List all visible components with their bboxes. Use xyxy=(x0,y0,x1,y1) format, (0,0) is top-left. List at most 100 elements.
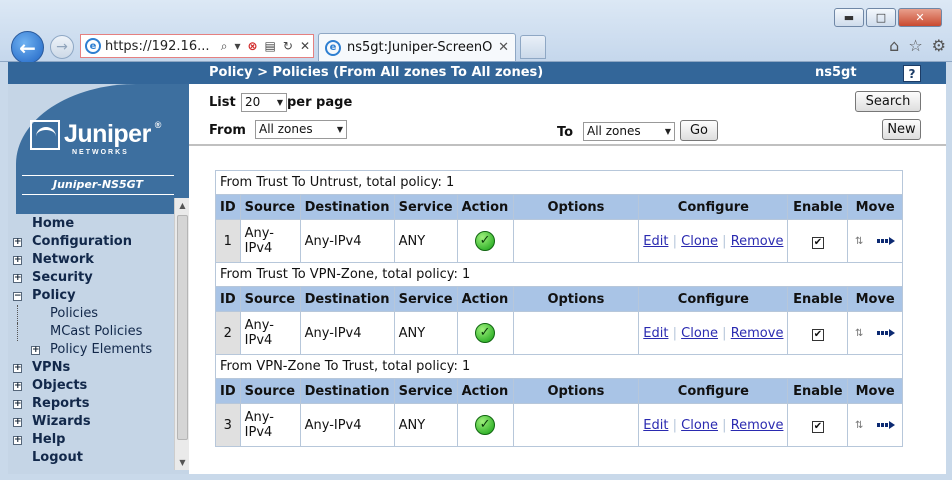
policy-destination: Any-IPv4 xyxy=(299,311,395,355)
policy-move: ⇅ xyxy=(847,311,903,355)
go-button[interactable]: Go xyxy=(680,120,718,141)
expand-icon[interactable]: + xyxy=(31,346,40,355)
col-header-configure: Configure xyxy=(638,194,789,220)
to-label: To xyxy=(557,125,574,140)
edit-link[interactable]: Edit xyxy=(643,418,668,433)
remove-link[interactable]: Remove xyxy=(731,326,784,341)
sidebar-item-reports[interactable]: + Reports xyxy=(8,395,175,413)
menu-label: Logout xyxy=(32,450,83,465)
expand-icon[interactable]: + xyxy=(13,400,22,409)
col-header-destination: Destination xyxy=(299,286,395,312)
scroll-thumb[interactable] xyxy=(177,215,188,440)
main-content: List 20 per page From All zones To All z… xyxy=(189,84,946,474)
address-bar[interactable]: e https://192.16... ⌕ ▾ ⊗ ▤ ↻ ✕ xyxy=(80,34,314,58)
clone-link[interactable]: Clone xyxy=(681,326,718,341)
move-arrow-icon[interactable] xyxy=(877,237,896,245)
sidebar-item-wizards[interactable]: + Wizards xyxy=(8,413,175,431)
juniper-logo: Juniper ® NETWORKS xyxy=(30,120,161,156)
policy-row: 2 Any-IPv4 Any-IPv4 ANY ✓ Edit | Clone |… xyxy=(215,311,903,355)
maximize-button[interactable]: □ xyxy=(866,8,896,27)
clone-link[interactable]: Clone xyxy=(681,418,718,433)
sidebar-item-objects[interactable]: + Objects xyxy=(8,377,175,395)
juniper-logo-icon xyxy=(30,120,60,150)
sidebar-item-policy[interactable]: − Policy xyxy=(8,287,175,305)
search-icon[interactable]: ⌕ xyxy=(221,39,228,54)
new-policy-button[interactable]: New xyxy=(882,119,921,140)
close-window-button[interactable]: ✕ xyxy=(898,8,942,27)
col-header-service: Service xyxy=(393,194,458,220)
sidebar-item-mcast-policies[interactable]: MCast Policies xyxy=(8,323,175,341)
forward-arrow-icon[interactable]: → xyxy=(50,35,74,59)
sidebar-item-vpns[interactable]: + VPNs xyxy=(8,359,175,377)
policy-configure: Edit | Clone | Remove xyxy=(638,219,789,263)
policy-group-title: From VPN-Zone To Trust, total policy: 1 xyxy=(215,354,903,379)
move-arrow-icon[interactable] xyxy=(877,329,896,337)
policy-source: Any-IPv4 xyxy=(239,219,301,263)
enable-checkbox[interactable]: ✔ xyxy=(811,236,824,249)
col-header-move: Move xyxy=(847,378,903,404)
remove-link[interactable]: Remove xyxy=(731,418,784,433)
scroll-up-icon[interactable]: ▲ xyxy=(175,198,189,213)
certificate-error-icon[interactable]: ⊗ xyxy=(247,39,257,53)
close-tab-icon[interactable]: ✕ xyxy=(498,40,509,55)
col-header-service: Service xyxy=(393,286,458,312)
sidebar-item-policies[interactable]: Policies xyxy=(8,305,175,323)
enable-checkbox[interactable]: ✔ xyxy=(811,420,824,433)
home-icon[interactable]: ⌂ xyxy=(889,36,899,55)
col-header-source: Source xyxy=(239,194,301,220)
new-tab-button[interactable] xyxy=(520,35,546,59)
stop-icon[interactable]: ✕ xyxy=(300,39,310,53)
sidebar-item-policy-elements[interactable]: + Policy Elements xyxy=(8,341,175,359)
col-header-source: Source xyxy=(239,378,301,404)
sidebar-item-security[interactable]: + Security xyxy=(8,269,175,287)
expand-icon[interactable]: + xyxy=(13,256,22,265)
edit-link[interactable]: Edit xyxy=(643,234,668,249)
expand-icon[interactable]: + xyxy=(13,238,22,247)
scroll-down-icon[interactable]: ▼ xyxy=(175,455,189,470)
swap-icon[interactable]: ⇅ xyxy=(855,328,863,339)
help-icon[interactable]: ? xyxy=(903,65,921,82)
browser-tab[interactable]: e ns5gt:Juniper-ScreenOS... ✕ xyxy=(318,33,516,61)
back-arrow-icon[interactable]: ← xyxy=(11,31,44,64)
swap-icon[interactable]: ⇅ xyxy=(855,420,863,431)
swap-icon[interactable]: ⇅ xyxy=(855,236,863,247)
settings-gear-icon[interactable]: ⚙ xyxy=(932,36,946,55)
expand-icon[interactable]: + xyxy=(13,274,22,283)
col-header-options: Options xyxy=(512,286,640,312)
sidebar-item-home[interactable]: Home xyxy=(8,215,175,233)
edit-link[interactable]: Edit xyxy=(643,326,668,341)
collapse-icon[interactable]: − xyxy=(13,292,22,301)
policy-options xyxy=(512,219,640,263)
clone-link[interactable]: Clone xyxy=(681,234,718,249)
address-url[interactable]: https://192.16... xyxy=(105,39,217,54)
dropdown-icon[interactable]: ▾ xyxy=(234,39,240,53)
favorites-star-icon[interactable]: ☆ xyxy=(908,36,922,55)
move-arrow-icon[interactable] xyxy=(877,421,896,429)
compatibility-icon[interactable]: ▤ xyxy=(265,39,276,53)
policy-action: ✓ xyxy=(456,403,514,447)
refresh-icon[interactable]: ↻ xyxy=(283,39,293,53)
sidebar-item-logout[interactable]: Logout xyxy=(8,449,175,467)
breadcrumb: Policy > Policies (From All zones To All… xyxy=(209,65,544,80)
search-button[interactable]: Search xyxy=(855,91,921,112)
expand-icon[interactable]: + xyxy=(13,436,22,445)
policy-service: ANY xyxy=(393,311,458,355)
enable-checkbox[interactable]: ✔ xyxy=(811,328,824,341)
move-controls: ⇅ xyxy=(852,236,898,247)
list-count-select[interactable]: 20 xyxy=(241,93,287,112)
page-header: Policy > Policies (From All zones To All… xyxy=(8,62,946,84)
minimize-button[interactable]: ▬ xyxy=(834,8,864,27)
expand-icon[interactable]: + xyxy=(13,364,22,373)
to-zone-select[interactable]: All zones xyxy=(583,122,675,141)
sidebar-item-configuration[interactable]: + Configuration xyxy=(8,233,175,251)
expand-icon[interactable]: + xyxy=(13,382,22,391)
col-header-configure: Configure xyxy=(638,378,789,404)
remove-link[interactable]: Remove xyxy=(731,234,784,249)
sidebar-item-help[interactable]: + Help xyxy=(8,431,175,449)
from-zone-select[interactable]: All zones xyxy=(255,120,347,139)
sidebar-menu: Home + Configuration + Network + Security −… xyxy=(8,215,175,467)
policy-id: 2 xyxy=(215,311,241,355)
sidebar-item-network[interactable]: + Network xyxy=(8,251,175,269)
sidebar-scrollbar[interactable]: ▲ ▼ xyxy=(174,198,189,470)
expand-icon[interactable]: + xyxy=(13,418,22,427)
